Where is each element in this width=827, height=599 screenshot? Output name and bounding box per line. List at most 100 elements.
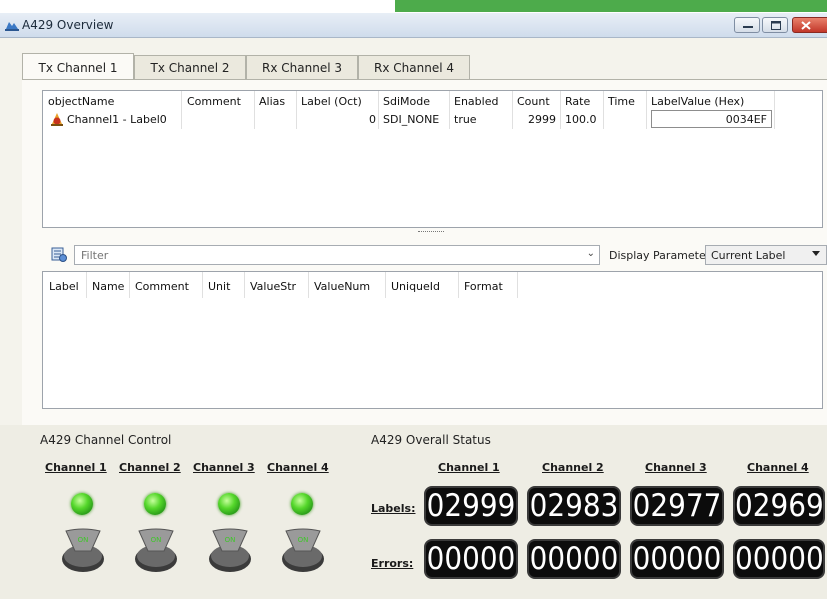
on-label: ON: [298, 536, 309, 544]
channel-tab-bar: Tx Channel 1 Tx Channel 2 Rx Channel 3 R…: [22, 53, 822, 79]
tab-tx-channel-2[interactable]: Tx Channel 2: [134, 55, 246, 79]
header-label[interactable]: Label: [49, 280, 79, 293]
channel-2-labels-counter: 02983: [527, 486, 621, 526]
on-label: ON: [78, 536, 89, 544]
channel-2-errors-counter: 00000: [527, 539, 621, 579]
column-divider: [517, 272, 518, 298]
column-divider: [646, 91, 647, 129]
tab-rx-channel-4[interactable]: Rx Channel 4: [358, 55, 470, 79]
channel-4-status-led: [291, 493, 313, 515]
display-parameters-select[interactable]: Current Label: [705, 245, 827, 265]
status-channel-2[interactable]: Channel 2: [542, 461, 604, 474]
maximize-button[interactable]: [762, 17, 788, 33]
channel-1-errors-counter: 00000: [424, 539, 518, 579]
channel-4-switch[interactable]: ON: [278, 527, 328, 573]
background-green-strip: [395, 0, 827, 12]
status-channel-4[interactable]: Channel 4: [747, 461, 809, 474]
header-labelvalue-hex[interactable]: LabelValue (Hex): [651, 95, 744, 108]
dropdown-arrow-icon: [812, 251, 820, 256]
header-enabled[interactable]: Enabled: [454, 95, 498, 108]
channel-2-switch[interactable]: ON: [131, 527, 181, 573]
status-channel-1[interactable]: Channel 1: [438, 461, 500, 474]
labels-row-label: Labels:: [371, 502, 416, 515]
channel-1-labels-counter: 02999: [424, 486, 518, 526]
on-label: ON: [151, 536, 162, 544]
channel-1-switch[interactable]: ON: [58, 527, 108, 573]
maximize-icon: [771, 21, 781, 30]
cell-label-oct[interactable]: 0: [369, 113, 376, 126]
header-alias[interactable]: Alias: [259, 95, 285, 108]
cell-count[interactable]: 2999: [528, 113, 556, 126]
minimize-icon: [743, 26, 753, 28]
header-time[interactable]: Time: [608, 95, 635, 108]
cell-sdimode[interactable]: SDI_NONE: [383, 113, 439, 126]
header-uniqueid[interactable]: UniqueId: [391, 280, 440, 293]
header-comment[interactable]: Comment: [135, 280, 189, 293]
column-divider: [254, 91, 255, 129]
cell-objectname[interactable]: Channel1 - Label0: [67, 113, 167, 126]
display-parameters-value: Current Label: [711, 249, 786, 262]
close-button[interactable]: [792, 17, 827, 33]
header-name[interactable]: Name: [92, 280, 124, 293]
status-channel-3[interactable]: Channel 3: [645, 461, 707, 474]
header-format[interactable]: Format: [464, 280, 503, 293]
cell-labelvalue-hex: 0034EF: [725, 113, 767, 126]
channel-2-status-led: [144, 493, 166, 515]
header-sdimode[interactable]: SdiMode: [383, 95, 430, 108]
channel-3-labels-counter: 02977: [630, 486, 724, 526]
channel-object-icon: [51, 113, 63, 126]
header-objectname[interactable]: objectName: [48, 95, 114, 108]
header-unit[interactable]: Unit: [208, 280, 230, 293]
channel-control-channel-1[interactable]: Channel 1: [45, 461, 107, 474]
title-bar[interactable]: A429 Overview: [0, 13, 827, 38]
column-divider: [458, 272, 459, 298]
channel-control-channel-4[interactable]: Channel 4: [267, 461, 329, 474]
column-divider: [86, 272, 87, 298]
column-divider: [296, 91, 297, 129]
tab-rx-channel-3[interactable]: Rx Channel 3: [246, 55, 358, 79]
column-divider: [244, 272, 245, 298]
app-icon: [5, 22, 19, 31]
header-count[interactable]: Count: [517, 95, 550, 108]
labelvalue-edit-box[interactable]: 0034EF: [651, 110, 772, 128]
channel-control-title: A429 Channel Control: [40, 433, 172, 447]
channel-control-channel-3[interactable]: Channel 3: [193, 461, 255, 474]
splitter-handle[interactable]: [418, 231, 444, 234]
filter-bar: ⌄ Display Parameters of: Current Label: [42, 243, 827, 267]
channel-control-channel-2[interactable]: Channel 2: [119, 461, 181, 474]
column-divider: [202, 272, 203, 298]
minimize-button[interactable]: [734, 17, 760, 33]
overall-status-title: A429 Overall Status: [371, 433, 491, 447]
column-divider: [512, 91, 513, 129]
cell-enabled[interactable]: true: [454, 113, 477, 126]
channel-1-status-led: [71, 493, 93, 515]
status-panel: A429 Channel Control Channel 1 Channel 2…: [0, 425, 827, 599]
errors-row-label: Errors:: [371, 557, 414, 570]
header-rate[interactable]: Rate: [565, 95, 590, 108]
on-label: ON: [225, 536, 236, 544]
window-title: A429 Overview: [22, 18, 114, 32]
chevron-down-icon[interactable]: ⌄: [587, 248, 595, 259]
filter-input[interactable]: [75, 246, 577, 264]
filter-combobox[interactable]: ⌄: [74, 245, 600, 265]
header-label-oct[interactable]: Label (Oct): [301, 95, 362, 108]
filter-settings-icon[interactable]: [50, 245, 68, 263]
column-divider: [378, 91, 379, 129]
tab-tx-channel-1[interactable]: Tx Channel 1: [22, 53, 134, 79]
header-valuestr[interactable]: ValueStr: [250, 280, 296, 293]
close-icon: [801, 21, 811, 30]
channel-4-labels-counter: 02969: [733, 486, 825, 526]
column-divider: [181, 91, 182, 129]
label-table: objectName Comment Alias Label (Oct) Sdi…: [42, 90, 823, 228]
column-divider: [603, 91, 604, 129]
header-comment[interactable]: Comment: [187, 95, 241, 108]
channel-3-switch[interactable]: ON: [205, 527, 255, 573]
column-divider: [449, 91, 450, 129]
column-divider: [129, 272, 130, 298]
column-divider: [560, 91, 561, 129]
cell-rate[interactable]: 100.0: [565, 113, 597, 126]
parameter-table: Label Name Comment Unit ValueStr ValueNu…: [42, 271, 823, 409]
channel-3-errors-counter: 00000: [630, 539, 724, 579]
channel-4-errors-counter: 00000: [733, 539, 825, 579]
header-valuenum[interactable]: ValueNum: [314, 280, 370, 293]
